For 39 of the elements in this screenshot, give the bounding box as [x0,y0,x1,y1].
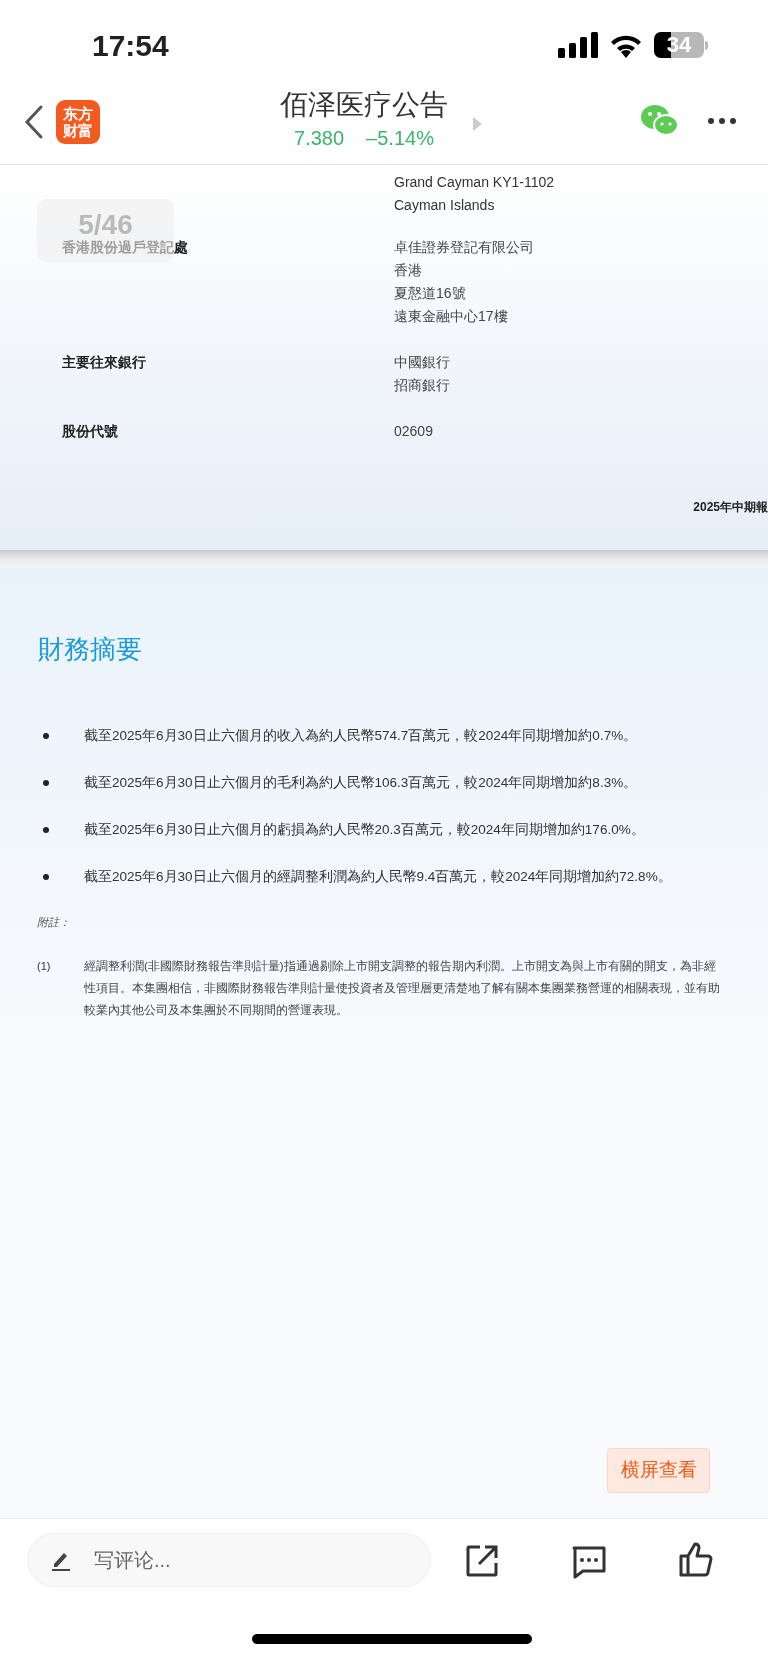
logo-text: 财富 [63,122,93,139]
info-value: 卓佳證券登記有限公司 [394,238,534,257]
notes-label: 附註： [37,916,70,928]
price-change: –5.14% [366,126,434,151]
note-text: 較業內其他公司及本集團於不同期間的營運表現。 [84,1003,349,1018]
status-time: 17:54 [92,27,169,64]
note-text: 性項目。本集團相信，非國際財務報告準則計量使投資者及管理層更清楚地了解有關本集團業務營運的相關表現，並有助 [84,981,720,996]
more-icon[interactable] [708,118,736,124]
comment-icon[interactable] [571,1545,607,1579]
page-title: 佰泽医疗公告 [280,88,448,122]
info-label: 股份代號 [62,422,119,441]
caret-icon [473,117,482,131]
address-line: Grand Cayman KY1-1102 [394,173,556,192]
summary-bullet: 截至2025年6月30日止六個月的收入為約人民幣574.7百萬元，較2024年同期增加約0.7%。 [84,727,638,745]
section-title: 財務摘要 [38,634,142,664]
info-value: 香港 [394,261,423,280]
info-label: 主要往來銀行 [62,353,147,372]
thumbs-up-icon[interactable] [678,1541,714,1577]
comment-placeholder: 写评论... [94,1548,171,1573]
summary-bullet: 截至2025年6月30日止六個月的經調整利潤為約人民幣9.4百萬元，較2024年同期增加約72.8%。 [84,868,672,886]
info-value: 夏慤道16號 [394,284,467,303]
info-value: 02609 [394,422,433,441]
summary-bullet: 截至2025年6月30日止六個月的虧損為約人民幣20.3百萬元，較2024年同期增加約176.0%。 [84,821,645,839]
stock-price: 7.380 [294,126,345,151]
comment-field[interactable]: 写评论... [27,1533,431,1587]
note-text: 經調整利潤(非國際財務報告準則計量)指通過剔除上市開支調整的報告期內利潤。上市開支為與上市有關的開支，為非經 [84,959,717,974]
info-value: 遠東金融中心17樓 [394,307,509,326]
landscape-button[interactable]: 横屏查看 [607,1448,710,1493]
signal-icon [558,32,598,58]
report-footer: 2025年中期報 [693,498,768,516]
logo-text: 东方 [63,105,93,122]
page-count: 5/46 [78,211,133,239]
share-icon[interactable] [465,1544,499,1578]
info-value: 中國銀行 [394,353,450,372]
summary-bullet: 截至2025年6月30日止六個月的毛利為約人民幣106.3百萬元，較2024年同期增加約8.3%。 [84,774,638,792]
info-value: 招商銀行 [394,376,450,395]
info-label: 香港股份過戶登記處 [62,238,189,257]
address-line: Cayman Islands [394,196,496,215]
note-number: (1) [37,959,52,974]
